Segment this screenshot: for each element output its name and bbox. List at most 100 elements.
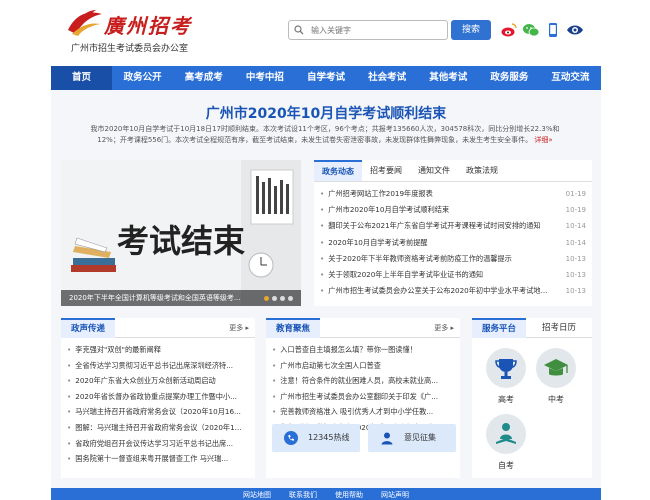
panel-header: 政声传递 更多 ▸ [61, 318, 255, 338]
list-item[interactable]: 完善教师资格准入 吸引优秀人才到中小学任教... [272, 404, 454, 420]
news-date: 10-14 [565, 238, 586, 247]
nav-item-8[interactable]: 互动交流 [540, 66, 601, 90]
list-item[interactable]: 关于2020年下半年教师资格考试考前防疫工作的温馨提示 10-13 [320, 251, 586, 267]
zikao-service-button[interactable] [486, 414, 526, 454]
list-item[interactable]: 注意！符合条件的就业困难人员，高校未就业高... [272, 373, 454, 389]
list-item[interactable]: 广州招考网站工作2019年度报表 01-19 [320, 186, 586, 202]
news-title[interactable]: 广州招考网站工作2019年度报表 [320, 186, 548, 202]
zikao-label: 自考 [498, 461, 514, 470]
news-date: 10-13 [565, 287, 586, 296]
banner-image: 考试结束 [61, 160, 301, 306]
graduation-cap-icon [544, 359, 568, 376]
news-list: 广州招考网站工作2019年度报表 01-19 广州市2020年10月自学考试顺利结束… [314, 182, 592, 303]
more-link[interactable]: 更多 ▸ [434, 318, 454, 338]
news-date: 10-14 [565, 222, 586, 231]
list-item[interactable]: 2020年省长督办省政协重点提案办理工作暨中小... [67, 389, 249, 405]
list-item[interactable]: 国务院第十一督查组来粤开展督查工作 马兴瑞... [67, 451, 249, 467]
list-item[interactable]: 广州市招生考试委员会办公室关于公布2020年初中学业水平考试地... 10-13 [320, 283, 586, 299]
logo-text: 廣州招考 [104, 14, 192, 38]
carousel-dot[interactable] [272, 296, 277, 301]
footer-link[interactable]: 网站声明 [381, 490, 409, 500]
panel-edu-focus: 教育聚焦 更多 ▸ 入口普查自主填报怎么填？带你一图读懂！广州市启动第七次全国人… [266, 318, 460, 478]
trophy-icon [495, 359, 517, 379]
news-tab-3[interactable]: 政策法规 [458, 160, 506, 181]
search-button[interactable]: 搜索 [451, 20, 491, 40]
list-item[interactable]: 翻印关于公布2021年广东省自学考试开考课程考试时间安排的通知 10-14 [320, 218, 586, 234]
list-item[interactable]: 李克强对"双创"的最新阐释 [67, 342, 249, 358]
carousel-dot[interactable] [264, 296, 269, 301]
mobile-icon[interactable] [544, 21, 562, 39]
news-title[interactable]: 广州市2020年10月自学考试顺利结束 [320, 202, 548, 218]
news-title[interactable]: 翻印关于公布2021年广东省自学考试开考课程考试时间安排的通知 [320, 218, 548, 234]
hotline-button[interactable]: 12345热线 [272, 424, 360, 452]
nav-item-2[interactable]: 高考成考 [173, 66, 234, 90]
list-item[interactable]: 2020年10月自学考试考前提醒 10-14 [320, 235, 586, 251]
carousel-dot[interactable] [288, 296, 293, 301]
footer-links: 网站地图 联系我们 使用帮助 网站声明 [51, 490, 601, 500]
search-input[interactable] [311, 23, 441, 37]
panel-header: 服务平台 招考日历 [472, 318, 592, 338]
news-tab-2[interactable]: 通知文件 [410, 160, 458, 181]
headline-title[interactable]: 广州市2020年10月自学考试顺利结束 [51, 103, 601, 123]
carousel-dots [264, 296, 293, 301]
nav-item-5[interactable]: 社会考试 [357, 66, 418, 90]
list-item[interactable]: 广州市2020年10月自学考试顺利结束 10-19 [320, 202, 586, 218]
list-item[interactable]: 马兴瑞主持召开省政府常务会议（2020年10月16... [67, 404, 249, 420]
summary-more-link[interactable]: 详细» [534, 136, 552, 144]
news-tab-1[interactable]: 招考要闻 [362, 160, 410, 181]
news-date: 10-13 [565, 270, 586, 279]
list-item[interactable]: 入口普查自主填报怎么填？带你一图读懂！ [272, 342, 454, 358]
list-item[interactable]: 广州市启动第七次全国人口普查 [272, 358, 454, 374]
accessibility-icon[interactable] [566, 21, 584, 39]
panel-header: 教育聚焦 更多 ▸ [266, 318, 460, 338]
news-title[interactable]: 关于领取2020年上半年自学考试毕业证书的通知 [320, 267, 548, 283]
news-title[interactable]: 2020年10月自学考试考前提醒 [320, 235, 548, 251]
list-item[interactable]: 关于领取2020年上半年自学考试毕业证书的通知 10-13 [320, 267, 586, 283]
news-tabs: 政务动态 招考要闻 通知文件 政策法规 [314, 160, 592, 182]
nav-item-3[interactable]: 中考中招 [234, 66, 295, 90]
feedback-label: 意见征集 [404, 433, 436, 442]
gaokao-service-button[interactable] [486, 348, 526, 388]
nav-item-6[interactable]: 其他考试 [418, 66, 479, 90]
tab-exam-calendar[interactable]: 招考日历 [542, 318, 576, 338]
gaokao-label: 高考 [498, 395, 514, 404]
nav-item-0[interactable]: 首页 [51, 66, 113, 90]
site-logo[interactable]: 廣州招考 [66, 8, 196, 38]
list-item[interactable]: 全省传达学习贯彻习近平总书记出席深圳经济特... [67, 358, 249, 374]
list-item[interactable]: 2020年广东省大众创业万众创新活动周启动 [67, 373, 249, 389]
nav-item-7[interactable]: 政务服务 [479, 66, 540, 90]
list-item[interactable]: 广州市招生考试委员会办公室翻印关于印发《广... [272, 389, 454, 405]
footer-link[interactable]: 使用帮助 [335, 490, 363, 500]
news-tab-0[interactable]: 政务动态 [314, 160, 362, 181]
footer-link[interactable]: 联系我们 [289, 490, 317, 500]
search-icon [294, 25, 304, 35]
wechat-icon[interactable] [522, 21, 540, 39]
list-item[interactable]: 图解：马兴瑞主持召开省政府常务会议（2020年1... [67, 420, 249, 436]
news-title[interactable]: 关于2020年下半年教师资格考试考前防疫工作的温馨提示 [320, 251, 548, 267]
banner-carousel[interactable]: 考试结束 2020年下半年全国计算机等级考试和全国英语等级考... [61, 160, 301, 306]
news-date: 10-19 [565, 206, 586, 215]
weibo-icon[interactable] [500, 21, 518, 39]
news-date: 01-19 [565, 190, 586, 198]
news-tab-box: 政务动态招考要闻通知文件政策法规 广州招考网站工作2019年度报表01-19广州… [314, 160, 592, 306]
panel-gov-voice: 政声传递 更多 ▸ 李克强对"双创"的最新阐释全省传达学习贯彻习近平总书记出席深… [61, 318, 255, 478]
carousel-dot[interactable] [280, 296, 285, 301]
headline-summary: 我市2020年10月自学考试于10月18日17时顺利结束。本次考试设11个考区，… [80, 124, 570, 146]
panel-title[interactable]: 教育聚焦 [266, 318, 321, 338]
banner-image-text: 考试结束 [117, 222, 245, 260]
nav-item-1[interactable]: 政务公开 [112, 66, 173, 90]
tab-service-platform[interactable]: 服务平台 [472, 318, 527, 338]
nav-item-4[interactable]: 自学考试 [295, 66, 356, 90]
search-box [288, 20, 448, 40]
more-link[interactable]: 更多 ▸ [229, 318, 249, 338]
news-title[interactable]: 广州市招生考试委员会办公室关于公布2020年初中学业水平考试地... [320, 283, 548, 299]
zhongkao-label: 中考 [548, 395, 564, 404]
panel-title[interactable]: 政声传递 [61, 318, 116, 338]
summary-text: 我市2020年10月自学考试于10月18日17时顺利结束。本次考试设11个考区，… [90, 125, 560, 144]
list-item[interactable]: 省政府党组召开会议传达学习习近平总书记出席... [67, 436, 249, 452]
zhongkao-service-button[interactable] [536, 348, 576, 388]
feedback-button[interactable]: 意见征集 [368, 424, 456, 452]
phone-icon [284, 431, 298, 445]
footer-link[interactable]: 网站地图 [243, 490, 271, 500]
news-date: 10-13 [565, 254, 586, 263]
